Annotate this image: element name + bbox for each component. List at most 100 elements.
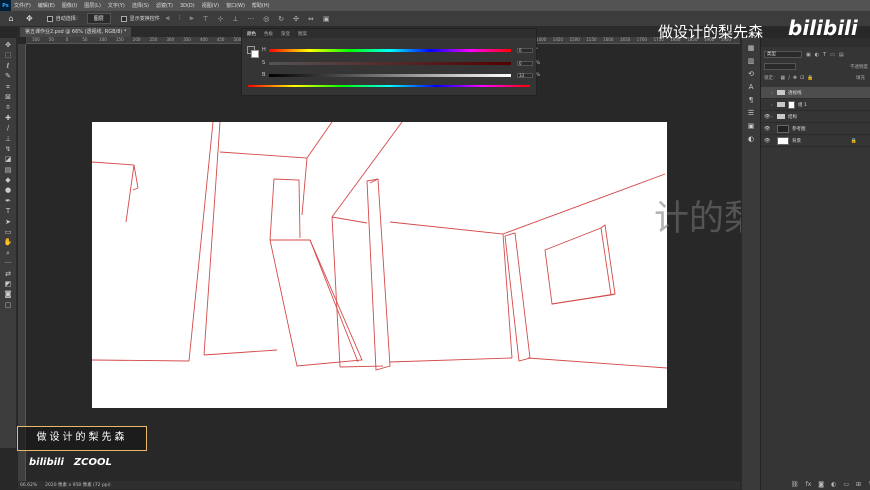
layer-item[interactable]: 👁 参考图 xyxy=(761,123,870,135)
properties-panel-icon[interactable]: ☰ xyxy=(748,107,754,120)
menu-edit[interactable]: 编辑(E) xyxy=(38,2,55,9)
lock-position-icon[interactable]: ✥ xyxy=(793,75,797,81)
add-mask-icon[interactable]: ◙ xyxy=(818,481,824,488)
menu-help[interactable]: 帮助(H) xyxy=(252,2,270,9)
align-middle-icon[interactable]: ⊹ xyxy=(218,15,224,23)
menu-select[interactable]: 选择(S) xyxy=(132,2,149,9)
link-layers-icon[interactable]: ⛓ xyxy=(791,481,799,488)
align-left-icon[interactable]: ⫷ xyxy=(166,14,170,23)
document-canvas[interactable] xyxy=(92,122,667,408)
align-center-icon[interactable]: ⫶ xyxy=(179,14,181,23)
filter-pixel-icon[interactable]: ▣ xyxy=(806,52,811,58)
align-bottom-icon[interactable]: ⊥ xyxy=(232,15,238,23)
menu-filter[interactable]: 滤镜(T) xyxy=(156,2,173,9)
color-panel-icon[interactable]: ▦ xyxy=(748,42,755,55)
blend-mode-select[interactable] xyxy=(764,63,796,70)
frame-tool-icon[interactable]: ⊠ xyxy=(2,92,15,102)
filter-shape-icon[interactable]: ▭ xyxy=(830,52,835,58)
quick-mask-icon[interactable]: ◙ xyxy=(2,289,15,299)
dodge-tool-icon[interactable]: ● xyxy=(2,185,15,195)
menu-3d[interactable]: 3D(D) xyxy=(180,3,195,9)
quick-select-tool-icon[interactable]: ✎ xyxy=(2,71,15,81)
tab-patterns[interactable]: 图案 xyxy=(298,31,307,37)
marquee-tool-icon[interactable]: ⬚ xyxy=(2,50,15,60)
lasso-tool-icon[interactable]: ℓ xyxy=(2,61,15,71)
layer-style-icon[interactable]: fx xyxy=(806,481,812,488)
tab-gradients[interactable]: 渐变 xyxy=(281,31,290,37)
eraser-tool-icon[interactable]: ◪ xyxy=(2,154,15,164)
character-panel-icon[interactable]: A xyxy=(749,81,754,94)
filter-smart-icon[interactable]: ▤ xyxy=(839,52,844,58)
layer-item[interactable]: 👁 › 结构 xyxy=(761,111,870,123)
hue-value[interactable]: 0 xyxy=(517,47,533,53)
history-brush-icon[interactable]: ↯ xyxy=(2,144,15,154)
brightness-slider[interactable] xyxy=(269,73,511,77)
new-group-icon[interactable]: ▭ xyxy=(843,481,849,488)
layer-item[interactable]: 👁 背景 🔒 xyxy=(761,135,870,147)
menu-file[interactable]: 文件(F) xyxy=(14,2,31,9)
adjustment-layer-icon[interactable]: ◐ xyxy=(831,481,836,488)
menu-view[interactable]: 视图(V) xyxy=(202,2,219,9)
document-tab[interactable]: 第五课作业2.psd @ 66% (透视线, RGB/8) * xyxy=(20,27,132,37)
more-options-icon[interactable]: ··· xyxy=(248,15,255,23)
menu-image[interactable]: 图像(I) xyxy=(62,2,77,9)
new-layer-icon[interactable]: ⊞ xyxy=(856,481,861,488)
home-icon[interactable]: ⌂ xyxy=(6,14,16,24)
slide-3d-icon[interactable]: ⇔ xyxy=(308,15,314,23)
lock-artboard-icon[interactable]: ⊡ xyxy=(800,75,804,81)
3d-mode-icon[interactable]: ◎ xyxy=(263,15,269,23)
auto-select-dropdown[interactable]: 图层 xyxy=(86,13,111,24)
background-swatch[interactable] xyxy=(251,50,259,58)
zoom-tool-icon[interactable]: ⌕ xyxy=(2,248,15,258)
pen-tool-icon[interactable]: ✒ xyxy=(2,196,15,206)
saturation-slider[interactable] xyxy=(269,61,511,65)
eyedropper-tool-icon[interactable]: ⌽ xyxy=(2,102,15,112)
lock-paint-icon[interactable]: ∕ xyxy=(788,75,790,81)
gradient-tool-icon[interactable]: ▤ xyxy=(2,165,15,175)
transform-controls-checkbox[interactable] xyxy=(120,15,127,22)
layer-kind-filter[interactable]: 类型 xyxy=(764,51,802,58)
align-right-icon[interactable]: ⫸ xyxy=(189,14,193,23)
hue-slider[interactable] xyxy=(269,48,511,52)
shape-tool-icon[interactable]: ▭ xyxy=(2,227,15,237)
screen-mode-icon[interactable]: ▢ xyxy=(2,300,15,310)
foreground-background-icon[interactable]: ◩ xyxy=(2,279,15,289)
zoom-level[interactable]: 66.62% xyxy=(20,483,37,488)
move-tool-icon[interactable]: ✥ xyxy=(2,40,15,50)
swap-colors-icon[interactable]: ⇄ xyxy=(2,269,15,279)
lock-all-icon[interactable]: 🔒 xyxy=(807,75,813,81)
blur-tool-icon[interactable]: ◆ xyxy=(2,175,15,185)
brightness-value[interactable]: 33 xyxy=(517,72,533,78)
libraries-panel-icon[interactable]: ▣ xyxy=(748,120,755,133)
crop-tool-icon[interactable]: ⌗ xyxy=(2,82,15,92)
eye-icon[interactable]: 👁 xyxy=(764,114,771,120)
layer-item[interactable]: › 组 1 xyxy=(761,99,870,111)
pan-3d-icon[interactable]: ✣ xyxy=(293,15,299,23)
layer-item[interactable]: › 透视线 xyxy=(761,87,870,99)
menu-window[interactable]: 窗口(W) xyxy=(226,2,245,9)
paragraph-panel-icon[interactable]: ¶ xyxy=(749,94,753,107)
filter-type-icon[interactable]: T xyxy=(823,52,826,58)
color-spectrum-ramp[interactable] xyxy=(248,85,530,87)
history-panel-icon[interactable]: ⟲ xyxy=(748,68,754,81)
brush-tool-icon[interactable]: ∕ xyxy=(2,123,15,133)
saturation-value[interactable]: 0 xyxy=(517,60,533,66)
lock-pixels-icon[interactable]: ▦ xyxy=(781,75,786,81)
swatches-panel-icon[interactable]: ▥ xyxy=(748,55,755,68)
rotate-3d-icon[interactable]: ↻ xyxy=(278,15,284,23)
menu-layer[interactable]: 图层(L) xyxy=(84,2,101,9)
eye-icon[interactable]: 👁 xyxy=(764,138,771,144)
filter-adjust-icon[interactable]: ◐ xyxy=(815,52,819,58)
align-top-icon[interactable]: ⊤ xyxy=(202,15,208,23)
menu-type[interactable]: 文字(Y) xyxy=(108,2,125,9)
adjustments-panel-icon[interactable]: ◐ xyxy=(748,133,754,146)
scale-3d-icon[interactable]: ▣ xyxy=(323,15,330,23)
more-tools-icon[interactable]: ··· xyxy=(2,258,15,268)
auto-select-checkbox[interactable] xyxy=(46,15,53,22)
eye-icon[interactable]: 👁 xyxy=(764,126,771,132)
path-select-tool-icon[interactable]: ➤ xyxy=(2,217,15,227)
hand-tool-icon[interactable]: ✋ xyxy=(2,237,15,247)
stamp-tool-icon[interactable]: ⊥ xyxy=(2,134,15,144)
tab-swatches[interactable]: 色板 xyxy=(264,31,273,37)
tab-color[interactable]: 颜色 xyxy=(247,31,256,37)
